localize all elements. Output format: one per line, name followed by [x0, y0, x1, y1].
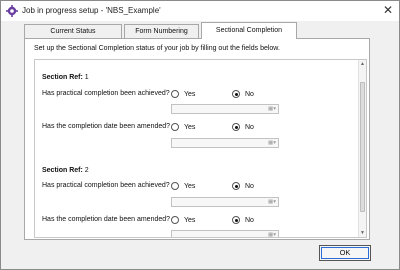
radio-label: No: [245, 182, 254, 190]
radio-button-selected[interactable]: [232, 90, 240, 98]
calendar-dropdown-icon[interactable]: ▦▾: [268, 232, 276, 237]
practical-completion-question: Has practical completion been achieved?: [42, 182, 170, 189]
amended-no-option[interactable]: No: [232, 216, 254, 224]
amended-no-option[interactable]: No: [232, 123, 254, 131]
intro-text: Set up the Sectional Completion status o…: [34, 45, 280, 52]
radio-button[interactable]: [171, 216, 179, 224]
tab-form-numbering[interactable]: Form Numbering: [124, 24, 199, 38]
radio-label: No: [245, 90, 254, 98]
close-icon[interactable]: ✕: [381, 4, 395, 17]
radio-label: Yes: [184, 216, 196, 224]
radio-label: Yes: [184, 90, 196, 98]
vertical-scrollbar[interactable]: ▲ ▼: [358, 60, 366, 237]
gear-icon: [6, 5, 18, 17]
section-ref-label: Section Ref: 2: [42, 167, 89, 174]
ok-button[interactable]: OK: [319, 245, 371, 261]
amended-yes-option[interactable]: Yes: [171, 123, 195, 131]
date-amended-question: Has the completion date been amended?: [42, 216, 171, 223]
calendar-dropdown-icon[interactable]: ▦▾: [268, 106, 276, 112]
scrollbar-thumb[interactable]: [360, 82, 365, 212]
radio-button-selected[interactable]: [232, 216, 240, 224]
scroll-up-icon[interactable]: ▲: [360, 61, 365, 67]
radio-button[interactable]: [171, 123, 179, 131]
title-bar[interactable]: Job in progress setup - 'NBS_Example' ✕: [1, 1, 399, 21]
amended-date-field[interactable]: ▦▾: [171, 230, 279, 237]
amended-yes-option[interactable]: Yes: [171, 216, 195, 224]
scroll-down-icon[interactable]: ▼: [360, 230, 365, 236]
radio-label: Yes: [184, 182, 196, 190]
radio-button-selected[interactable]: [232, 123, 240, 131]
calendar-dropdown-icon[interactable]: ▦▾: [268, 140, 276, 146]
radio-button[interactable]: [171, 182, 179, 190]
radio-label: Yes: [184, 123, 196, 131]
sections-scroll-area[interactable]: Section Ref: 1 Has practical completion …: [34, 59, 367, 238]
radio-label: No: [245, 123, 254, 131]
radio-button-selected[interactable]: [232, 182, 240, 190]
section-ref-value: 2: [84, 167, 89, 174]
section-ref-label: Section Ref: 1: [42, 74, 89, 81]
calendar-dropdown-icon[interactable]: ▦▾: [268, 199, 276, 205]
tab-sectional-completion[interactable]: Sectional Completion: [201, 22, 297, 39]
amended-date-field[interactable]: ▦▾: [171, 138, 279, 148]
radio-label: No: [245, 216, 254, 224]
date-amended-question: Has the completion date been amended?: [42, 123, 171, 130]
section-ref-title: Section Ref:: [42, 74, 83, 81]
practical-completion-date-field[interactable]: ▦▾: [171, 197, 279, 207]
radio-button[interactable]: [171, 90, 179, 98]
practical-no-option[interactable]: No: [232, 182, 254, 190]
practical-yes-option[interactable]: Yes: [171, 90, 195, 98]
section-ref-title: Section Ref:: [42, 167, 83, 174]
window-title: Job in progress setup - 'NBS_Example': [22, 6, 161, 15]
practical-yes-option[interactable]: Yes: [171, 182, 195, 190]
tab-current-status[interactable]: Current Status: [24, 24, 122, 38]
practical-no-option[interactable]: No: [232, 90, 254, 98]
practical-completion-question: Has practical completion been achieved?: [42, 90, 170, 97]
practical-completion-date-field[interactable]: ▦▾: [171, 104, 279, 114]
section-ref-value: 1: [84, 74, 89, 81]
